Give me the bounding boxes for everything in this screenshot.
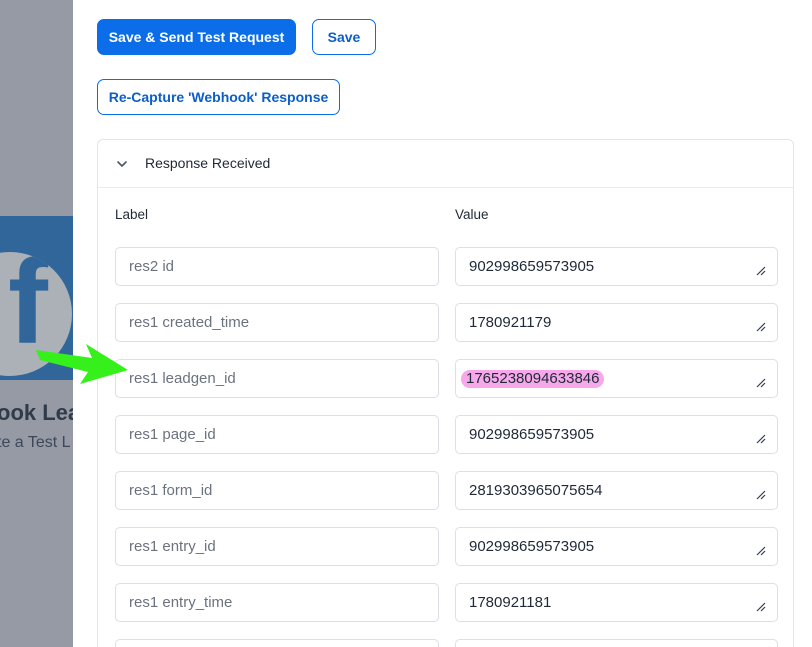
value-field[interactable]: 2819303965075654 [455,471,778,510]
value-field[interactable]: 1780921179 [455,303,778,342]
resize-handle-icon[interactable] [756,266,766,276]
resize-handle-icon[interactable] [756,378,766,388]
value-text: 1780921179 [469,314,552,331]
label-field[interactable]: res1 form_id [115,471,439,510]
label-text: res1 page_id [129,426,216,443]
response-received-header[interactable]: Response Received [98,140,793,188]
value-field[interactable]: 902998659573905 [455,415,778,454]
label-text: res1 form_id [129,482,213,499]
value-field[interactable]: 902998659573905 [455,247,778,286]
label-field[interactable]: res1 entry_id [115,527,439,566]
resize-handle-icon[interactable] [756,602,766,612]
resize-handle-icon[interactable] [756,322,766,332]
value-text: 1780921181 [469,594,552,611]
modal-overlay[interactable] [0,0,73,647]
save-button[interactable]: Save [312,19,376,55]
label-field[interactable]: res1 page_id [115,415,439,454]
resize-handle-icon[interactable] [756,490,766,500]
recapture-webhook-response-button[interactable]: Re-Capture 'Webhook' Response [97,79,340,115]
chevron-down-icon[interactable] [116,158,128,170]
label-text: res2 id [129,258,175,275]
response-received-title: Response Received [145,155,271,171]
value-text: 902998659573905 [469,426,595,443]
label-field[interactable]: res1 created_time [115,303,439,342]
resize-handle-icon[interactable] [756,546,766,556]
value-text: 2819303965075654 [469,482,603,499]
label-field[interactable]: res1 entry_time [115,583,439,622]
save-and-send-test-request-button[interactable]: Save & Send Test Request [97,19,296,55]
value-text: 902998659573905 [469,538,595,555]
value-field[interactable]: 1780921181 [455,583,778,622]
highlighted-value-text: 1765238094633846 [461,369,605,388]
label-text: res1 entry_id [129,538,216,555]
resize-handle-icon[interactable] [756,434,766,444]
value-column-header: Value [455,207,489,222]
webhook-panel: Save & Send Test Request Save Re-Capture… [73,0,812,647]
value-field[interactable]: 902998659573905 [455,527,778,566]
screen: f ook Lea te a Test L Save & Send Test R… [0,0,812,647]
green-arrow-icon [36,344,128,384]
response-received-card: Response Received Label Value res2 id 90… [97,139,794,647]
background-page: f ook Lea te a Test L [0,0,73,647]
label-field[interactable]: res1 leadgen_id [115,359,439,398]
value-field[interactable]: 1765238094633846 [455,359,778,398]
label-text: res1 created_time [129,314,250,331]
label-text: res1 entry_time [129,594,233,611]
label-column-header: Label [115,207,149,222]
label-field[interactable]: res2 id [115,247,439,286]
label-text: res1 leadgen_id [129,370,236,387]
label-field[interactable] [115,639,439,647]
value-text: 902998659573905 [469,258,595,275]
value-field[interactable] [455,639,778,647]
